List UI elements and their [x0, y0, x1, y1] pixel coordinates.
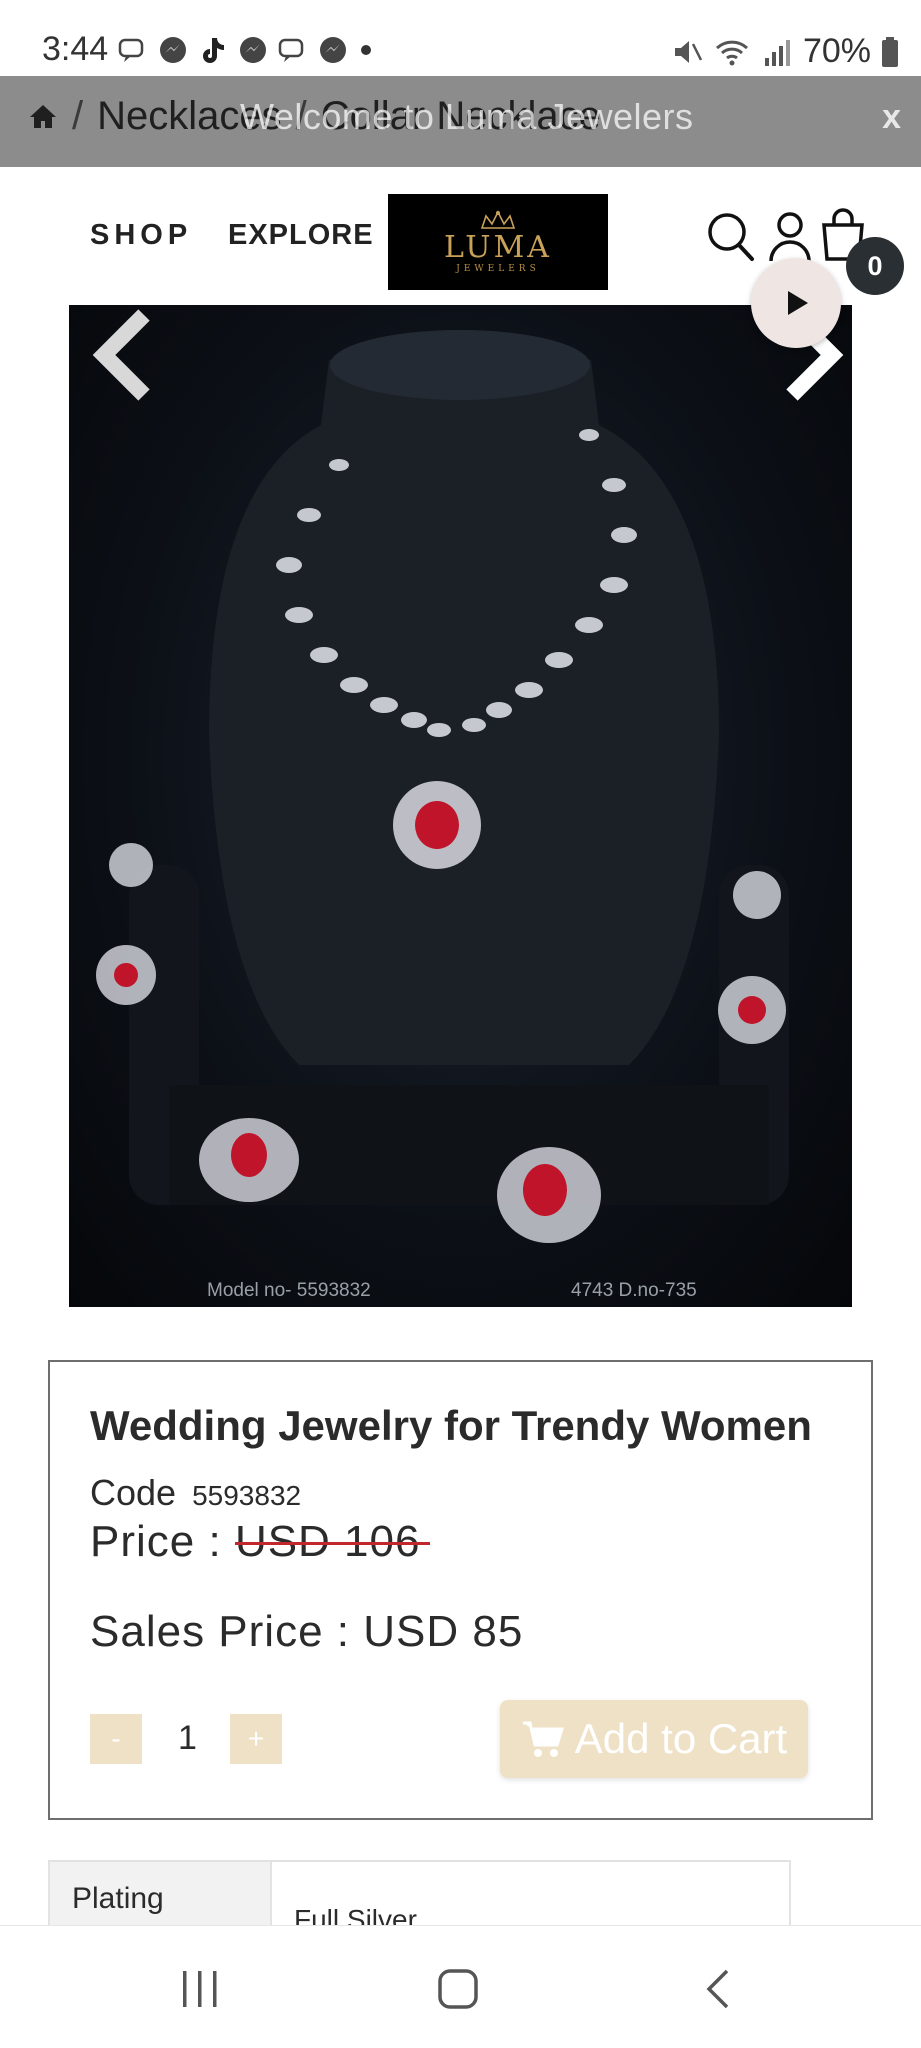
battery-icon: [882, 36, 898, 67]
original-price-value: USD 106: [234, 1517, 430, 1566]
status-time: 3:44: [42, 30, 109, 68]
original-price: Price : USD 106: [90, 1517, 430, 1567]
necklace-photo: [96, 330, 789, 1243]
add-to-cart-label: Add to Cart: [574, 1715, 788, 1762]
play-video-button[interactable]: [751, 258, 841, 348]
cart-count-badge[interactable]: 0: [846, 237, 904, 295]
recent-apps-button[interactable]: [170, 1964, 230, 2014]
add-to-cart-button[interactable]: Add to Cart: [500, 1700, 808, 1778]
signal-icon: [764, 39, 790, 66]
product-code: Code 5593832: [90, 1472, 301, 1514]
announcement-bar: / Necklaces / Collar Necklace Welcome to…: [0, 76, 921, 167]
sale-price-value: USD 85: [363, 1607, 524, 1656]
sale-price-label: Sales Price :: [90, 1607, 350, 1656]
mute-icon: [674, 40, 703, 63]
crown-icon: [480, 210, 516, 229]
product-page: 3:44 70% / Necklaces / Collar Necklace W…: [0, 0, 921, 2048]
home-button[interactable]: [428, 1964, 488, 2014]
messenger-icon: [320, 37, 346, 63]
quantity-value[interactable]: 1: [178, 1719, 197, 1758]
back-button[interactable]: [688, 1964, 748, 2014]
strikethrough-line: [234, 1541, 430, 1545]
home-icon: [438, 1969, 478, 2009]
quantity-decrease-button[interactable]: -: [90, 1714, 142, 1764]
tiktok-icon: [203, 38, 224, 63]
code-value: 5593832: [192, 1480, 302, 1511]
messenger-icon: [160, 37, 186, 63]
breadcrumb-separator: /: [72, 94, 84, 138]
messenger-icon: [240, 37, 266, 63]
luma-logo[interactable]: LUMA JEWELERS: [388, 194, 608, 290]
dot-icon: [361, 45, 371, 55]
model-number-caption: Model no- 5593832: [207, 1280, 371, 1301]
chat-bubble-icon: [278, 38, 304, 62]
search-icon[interactable]: [706, 211, 756, 263]
recent-apps-icon: [183, 1971, 217, 2007]
cart-icon: [522, 1721, 564, 1757]
nav-shop-link[interactable]: SHOP: [90, 219, 192, 252]
logo-text: LUMA: [444, 230, 552, 265]
logo-subtext: JEWELERS: [456, 264, 540, 274]
status-bar: 3:44 70%: [0, 0, 921, 76]
user-icon[interactable]: [768, 211, 812, 263]
play-icon: [788, 291, 808, 315]
system-status-icons: 70%: [671, 32, 899, 71]
back-icon: [706, 1969, 729, 2009]
previous-image-arrow[interactable]: [89, 305, 159, 405]
notification-icons: [118, 34, 374, 66]
product-image-gallery[interactable]: Model no- 5593832 4743 D.no-735: [69, 305, 852, 1307]
close-announcement-button[interactable]: x: [882, 98, 901, 137]
home-icon[interactable]: [28, 102, 58, 132]
nav-explore-link[interactable]: EXPLORE: [228, 219, 374, 252]
product-title: Wedding Jewelry for Trendy Women: [90, 1402, 812, 1449]
design-number-caption: 4743 D.no-735: [571, 1280, 697, 1301]
wifi-icon: [715, 40, 748, 65]
product-info-card: Wedding Jewelry for Trendy Women Code 55…: [48, 1360, 873, 1820]
spec-label-plating: Plating: [72, 1882, 164, 1915]
chat-bubble-icon: [118, 38, 144, 62]
sale-price: Sales Price : USD 85: [90, 1607, 523, 1657]
code-label: Code: [90, 1472, 177, 1513]
system-navigation-bar: [0, 1925, 921, 2048]
battery-percent: 70%: [802, 32, 871, 70]
welcome-message: Welcome to Luma Jewelers: [240, 96, 694, 137]
price-label: Price :: [90, 1517, 222, 1566]
quantity-increase-button[interactable]: +: [230, 1714, 282, 1764]
